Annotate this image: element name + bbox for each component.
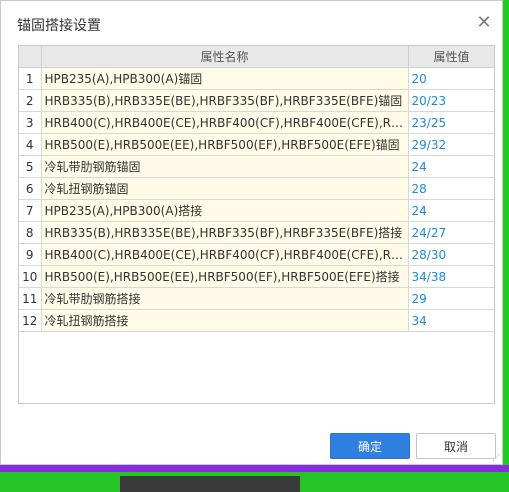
confirm-button[interactable]: 确定 [330,433,410,459]
property-value[interactable]: 29/32 [408,133,494,156]
table-row[interactable]: 11 冷轧带肋钢筋搭接 29 [19,287,494,310]
row-number: 1 [19,67,42,90]
property-name: HPB235(A),HPB300(A)搭接 [41,199,409,222]
property-name: 冷轧扭钢筋搭接 [41,309,409,332]
row-number: 6 [19,177,42,200]
property-value[interactable]: 28/30 [408,243,494,266]
table-row[interactable]: 5 冷轧带肋钢筋锚固 24 [19,155,494,178]
property-name: HRB335(B),HRB335E(BE),HRBF335(BF),HRBF33… [41,89,409,112]
property-value[interactable]: 24 [408,199,494,222]
dialog-titlebar: 锚固搭接设置 ✕ [1,1,502,45]
property-name: HRB335(B),HRB335E(BE),HRBF335(BF),HRBF33… [41,221,409,244]
table-row[interactable]: 2 HRB335(B),HRB335E(BE),HRBF335(BF),HRBF… [19,89,494,112]
property-table: 属性名称 属性值 1 HPB235(A),HPB300(A)锚固 20 2 HR… [19,46,494,332]
property-name: 冷轧带肋钢筋锚固 [41,155,409,178]
column-header-value: 属性值 [408,46,494,68]
property-grid: 属性名称 属性值 1 HPB235(A),HPB300(A)锚固 20 2 HR… [18,45,495,404]
property-value[interactable]: 29 [408,287,494,310]
property-name: HRB500(E),HRB500E(EE),HRBF500(EF),HRBF50… [41,265,409,288]
row-number: 7 [19,199,42,222]
property-value[interactable]: 34/38 [408,265,494,288]
property-name: HRB400(C),HRB400E(CE),HRBF400(CF),HRBF40… [41,111,409,134]
table-header-row: 属性名称 属性值 [19,46,494,68]
table-row[interactable]: 6 冷轧扭钢筋锚固 28 [19,177,494,200]
row-number: 12 [19,309,42,332]
table-row[interactable]: 8 HRB335(B),HRB335E(BE),HRBF335(BF),HRBF… [19,221,494,244]
resize-grip-icon[interactable]: ⋰ [492,454,500,462]
property-name: 冷轧扭钢筋锚固 [41,177,409,200]
table-row[interactable]: 4 HRB500(E),HRB500E(EE),HRBF500(EF),HRBF… [19,133,494,156]
property-value[interactable]: 34 [408,309,494,332]
row-number: 9 [19,243,42,266]
dialog-title: 锚固搭接设置 [17,18,101,34]
column-header-index [19,46,42,68]
close-icon[interactable]: ✕ [474,13,494,33]
row-number: 2 [19,89,42,112]
table-row[interactable]: 9 HRB400(C),HRB400E(CE),HRBF400(CF),HRBF… [19,243,494,266]
property-value[interactable]: 24/27 [408,221,494,244]
table-row[interactable]: 10 HRB500(E),HRB500E(EE),HRBF500(EF),HRB… [19,265,494,288]
row-number: 5 [19,155,42,178]
property-value[interactable]: 20/23 [408,89,494,112]
column-header-name: 属性名称 [41,46,409,68]
anchor-lap-settings-dialog: 锚固搭接设置 ✕ 属性名称 属性值 1 HPB235(A),HPB300(A)锚… [0,0,503,465]
cancel-button[interactable]: 取消 [416,433,496,459]
property-value[interactable]: 23/25 [408,111,494,134]
table-row[interactable]: 1 HPB235(A),HPB300(A)锚固 20 [19,67,494,90]
row-number: 4 [19,133,42,156]
property-name: 冷轧带肋钢筋搭接 [41,287,409,310]
row-number: 8 [19,221,42,244]
row-number: 10 [19,265,42,288]
row-number: 3 [19,111,42,134]
property-value[interactable]: 20 [408,67,494,90]
property-name: HPB235(A),HPB300(A)锚固 [41,67,409,90]
table-row[interactable]: 3 HRB400(C),HRB400E(CE),HRBF400(CF),HRBF… [19,111,494,134]
property-value[interactable]: 28 [408,177,494,200]
property-name: HRB500(E),HRB500E(EE),HRBF500(EF),HRBF50… [41,133,409,156]
background-dark-bottom [120,476,300,492]
property-value[interactable]: 24 [408,155,494,178]
table-row[interactable]: 12 冷轧扭钢筋搭接 34 [19,309,494,332]
row-number: 11 [19,287,42,310]
table-row[interactable]: 7 HPB235(A),HPB300(A)搭接 24 [19,199,494,222]
property-name: HRB400(C),HRB400E(CE),HRBF400(CF),HRBF40… [41,243,409,266]
background-green-right [503,0,509,492]
